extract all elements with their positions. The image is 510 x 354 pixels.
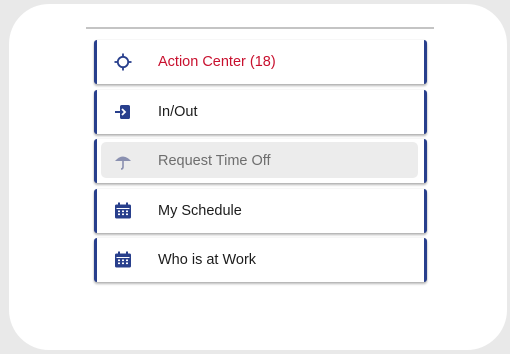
- calendar-icon: [113, 250, 133, 270]
- menu-item-label: Request Time Off: [158, 153, 271, 169]
- menu-item-my-schedule[interactable]: My Schedule: [94, 188, 427, 233]
- menu-item-label: In/Out: [158, 103, 198, 120]
- top-divider: [86, 27, 434, 29]
- menu-item-request-time-off: Request Time Off: [94, 139, 427, 183]
- calendar-icon: [113, 201, 133, 221]
- sign-in-icon: [113, 102, 133, 122]
- menu-item-who-is-at-work[interactable]: Who is at Work: [94, 238, 427, 282]
- umbrella-icon: [113, 151, 133, 171]
- menu-item-in-out[interactable]: In/Out: [94, 89, 427, 134]
- main-menu: Action Center (18) In/Out Request Time O…: [94, 40, 427, 288]
- menu-item-label: Action Center (18): [158, 54, 276, 70]
- menu-item-label: Who is at Work: [158, 252, 257, 268]
- menu-item-action-center[interactable]: Action Center (18): [94, 40, 427, 84]
- crosshair-icon: [113, 52, 133, 72]
- menu-item-label: My Schedule: [158, 202, 242, 219]
